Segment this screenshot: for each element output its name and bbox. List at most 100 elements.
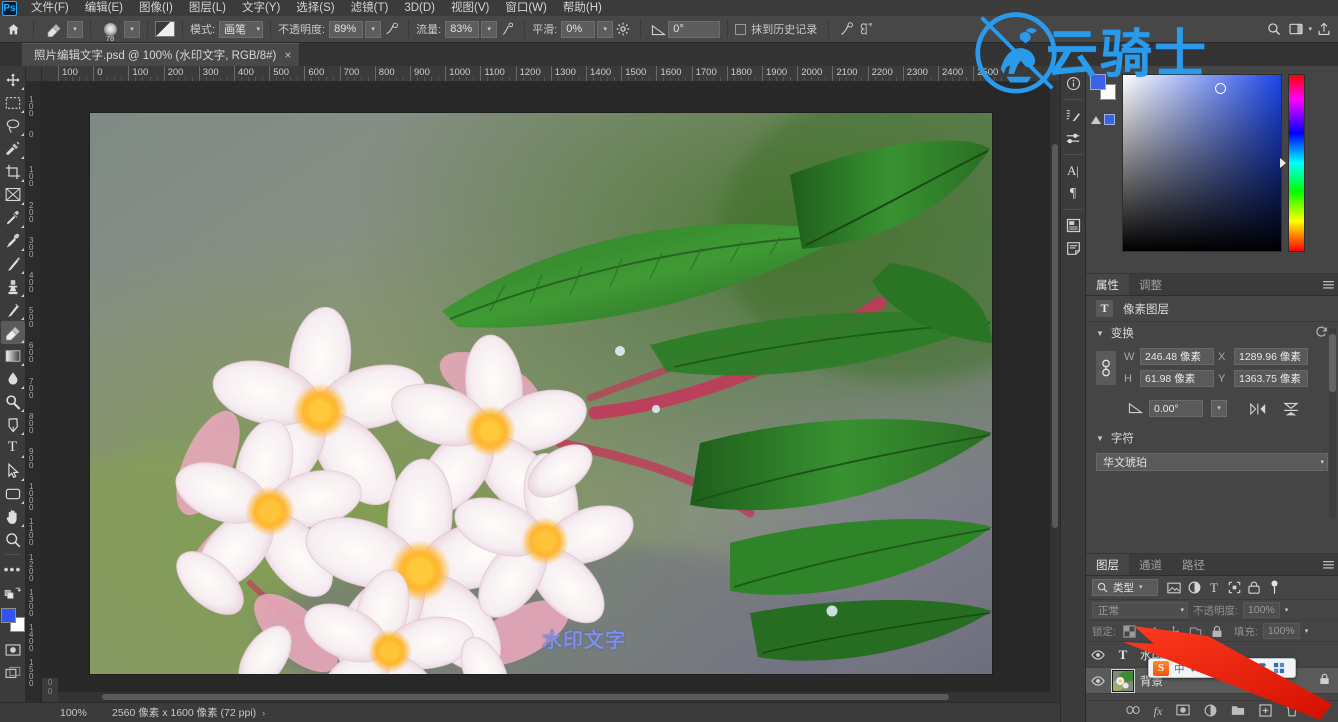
airbrush-icon[interactable] <box>497 19 517 39</box>
scroll-thumb[interactable] <box>102 694 950 700</box>
brush-settings-panel-icon[interactable] <box>155 21 175 37</box>
color-picker-cursor[interactable] <box>1215 83 1226 94</box>
chevron-down-icon[interactable]: ▼ <box>1096 329 1104 338</box>
hue-slider-handle[interactable] <box>1280 158 1286 168</box>
mode-select[interactable]: 画笔 ▾ <box>219 20 264 38</box>
gear-icon[interactable] <box>613 19 633 39</box>
layer-visibility-icon[interactable] <box>1090 649 1106 660</box>
flow-input[interactable]: 83% <box>445 20 480 38</box>
info-panel-icon[interactable] <box>1061 72 1085 95</box>
notes-icon[interactable] <box>1061 237 1085 260</box>
smoothing-slider-button[interactable]: ▾ <box>597 20 614 38</box>
brush-angle-input[interactable]: 0° <box>668 20 721 38</box>
brush-settings-icon[interactable] <box>1061 104 1085 127</box>
lock-transparent-icon[interactable] <box>1121 623 1138 640</box>
zoom-level[interactable]: 100% <box>60 707 100 719</box>
quick-selection-tool[interactable] <box>1 137 25 160</box>
filter-smart-object-icon[interactable] <box>1244 579 1264 597</box>
move-tool[interactable] <box>1 68 25 91</box>
rectangle-tool[interactable] <box>1 482 25 505</box>
rectangular-marquee-tool[interactable] <box>1 91 25 114</box>
lock-all-icon[interactable] <box>1209 623 1226 640</box>
menu-image[interactable]: 图像(I) <box>131 0 181 16</box>
skin-icon[interactable] <box>1256 662 1268 674</box>
tool-preset-picker[interactable]: ▾ <box>67 20 83 38</box>
layer-visibility-icon[interactable] <box>1090 675 1106 686</box>
canvas-area[interactable]: 水印文字 <box>42 82 1060 702</box>
hue-spectrum-bar[interactable] <box>1288 74 1305 252</box>
default-colors-button[interactable] <box>1 581 25 604</box>
tab-layers[interactable]: 图层 <box>1086 554 1129 575</box>
add-mask-icon[interactable] <box>1176 704 1191 719</box>
hue-slider[interactable] <box>1280 74 1308 252</box>
fill-input[interactable]: 100% <box>1262 623 1300 639</box>
chevron-down-icon[interactable]: ▾ <box>1139 584 1143 591</box>
link-layers-icon[interactable] <box>1126 705 1140 718</box>
panel-menu-icon[interactable] <box>1318 554 1338 575</box>
menu-3d[interactable]: 3D(D) <box>396 0 443 16</box>
status-expand-arrow[interactable]: › <box>262 708 265 718</box>
x-input[interactable]: 1289.96 像素 <box>1234 348 1308 365</box>
ruler-corner[interactable] <box>26 66 42 82</box>
scroll-thumb[interactable] <box>1052 144 1058 529</box>
saturation-value-field[interactable] <box>1122 74 1282 252</box>
menu-view[interactable]: 视图(V) <box>443 0 497 16</box>
chevron-down-icon[interactable]: ▼ <box>1096 434 1104 443</box>
character-panel-icon[interactable]: A| <box>1061 159 1085 182</box>
path-selection-tool[interactable] <box>1 459 25 482</box>
lock-artboard-icon[interactable] <box>1187 623 1204 640</box>
opacity-input[interactable]: 100% <box>1242 602 1280 618</box>
ime-chinese-mode[interactable]: 中 <box>1174 661 1185 676</box>
foreground-color-swatch[interactable] <box>1090 74 1106 90</box>
flip-vertical-icon[interactable] <box>1283 401 1299 417</box>
brush-preset-icon[interactable]: 78 <box>98 18 122 43</box>
tab-adjustments[interactable]: 调整 <box>1129 274 1172 295</box>
panel-menu-icon[interactable] <box>1318 274 1338 295</box>
crop-tool[interactable] <box>1 160 25 183</box>
menu-file[interactable]: 文件(F) <box>23 0 77 16</box>
paragraph-panel-icon[interactable]: ¶ <box>1061 182 1085 205</box>
character-section-header[interactable]: ▼ 字符 <box>1086 427 1338 449</box>
filter-shape-icon[interactable] <box>1224 579 1244 597</box>
ime-toolbar[interactable]: S 中 <box>1148 658 1296 678</box>
pressure-size-icon[interactable] <box>836 19 856 39</box>
libraries-icon[interactable] <box>1061 214 1085 237</box>
new-layer-icon[interactable] <box>1259 703 1273 720</box>
emoji-icon[interactable] <box>1206 662 1218 674</box>
zoom-tool[interactable] <box>1 528 25 551</box>
tab-channels[interactable]: 通道 <box>1129 554 1172 575</box>
filter-kind-select[interactable]: 类型 ▾ <box>1092 579 1158 596</box>
symmetry-butterfly-icon[interactable] <box>856 19 876 39</box>
erase-to-history-checkbox[interactable] <box>735 23 747 35</box>
delete-layer-icon[interactable] <box>1286 704 1298 720</box>
home-icon[interactable] <box>0 16 26 42</box>
new-group-icon[interactable] <box>1231 704 1245 719</box>
canvas-vertical-scrollbar[interactable] <box>1050 82 1060 702</box>
adjustment-layer-icon[interactable] <box>1204 704 1217 720</box>
chevron-down-icon[interactable]: ▾ <box>1320 459 1324 466</box>
chevron-down-icon[interactable]: ▾ <box>1308 26 1312 33</box>
filter-pixel-icon[interactable] <box>1164 579 1184 597</box>
link-aspect-ratio-icon[interactable] <box>1096 351 1116 385</box>
width-input[interactable]: 246.48 像素 <box>1140 348 1214 365</box>
tab-paths[interactable]: 路径 <box>1172 554 1215 575</box>
pen-tool[interactable] <box>1 413 25 436</box>
brush-tool[interactable] <box>1 252 25 275</box>
menu-help[interactable]: 帮助(H) <box>555 0 610 16</box>
lock-image-icon[interactable] <box>1143 623 1160 640</box>
horizontal-type-tool[interactable]: T <box>1 436 25 459</box>
foreground-color-swatch[interactable] <box>0 608 16 623</box>
eraser-tool[interactable] <box>0 321 25 344</box>
height-input[interactable]: 61.98 像素 <box>1140 370 1214 387</box>
gradient-tool[interactable] <box>1 344 25 367</box>
web-safe-swatch-icon[interactable] <box>1104 114 1115 125</box>
search-icon[interactable] <box>1264 19 1284 39</box>
menu-filter[interactable]: 滤镜(T) <box>343 0 397 16</box>
vertical-ruler[interactable]: 1000100200300400500600700800900100011001… <box>26 82 42 702</box>
spot-healing-brush-tool[interactable] <box>1 229 25 252</box>
font-family-select[interactable]: 华文琥珀 ▾ <box>1096 453 1328 471</box>
chevron-down-icon[interactable]: ▾ <box>1180 607 1184 614</box>
lock-position-icon[interactable] <box>1165 623 1182 640</box>
fill-slider-button[interactable]: ▾ <box>1305 628 1309 635</box>
dodge-tool[interactable] <box>1 390 25 413</box>
